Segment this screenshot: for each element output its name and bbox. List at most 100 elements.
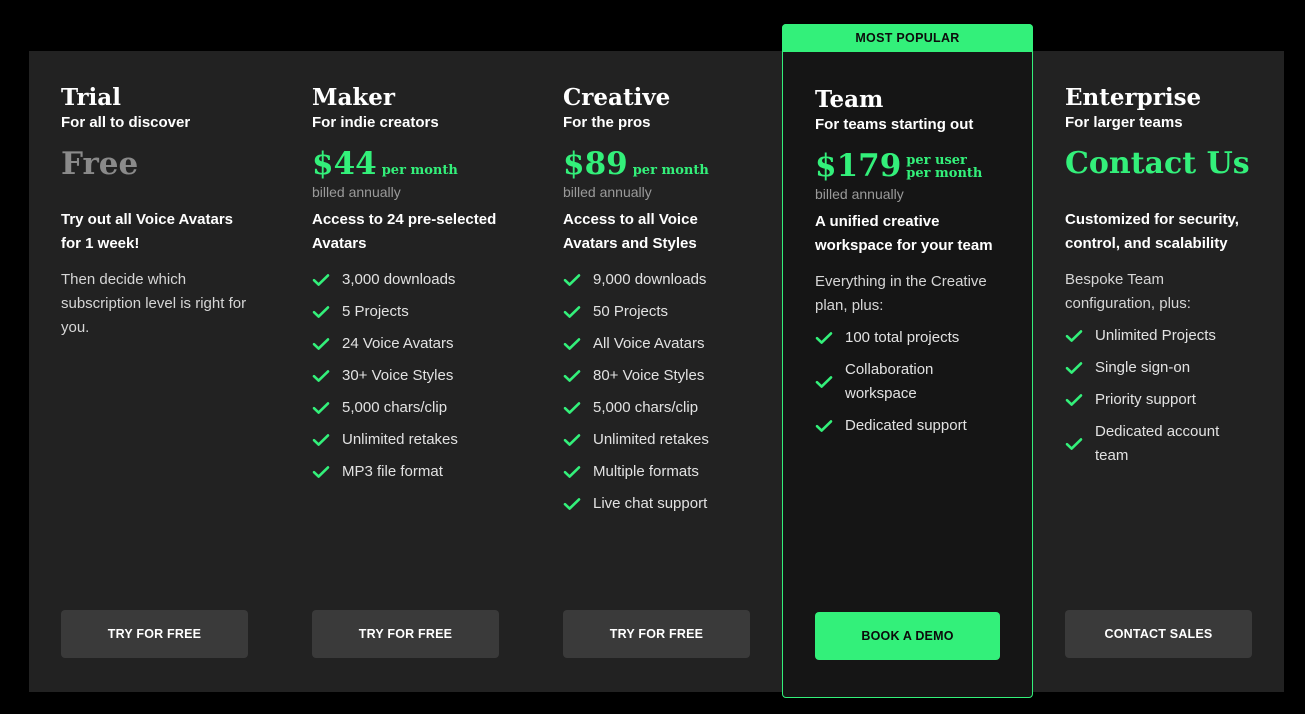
- plan-name: Team: [815, 86, 884, 113]
- feature-item: 80+ Voice Styles: [563, 360, 750, 392]
- feature-item: MP3 file format: [312, 456, 499, 488]
- plan-tagline: For indie creators: [312, 114, 439, 131]
- price-period: per user per month: [906, 154, 982, 180]
- feature-item: Dedicated account team: [1065, 416, 1252, 472]
- check-icon: [815, 375, 833, 389]
- feature-item: Unlimited retakes: [563, 424, 750, 456]
- price-block: Free: [61, 146, 248, 208]
- feature-item: 9,000 downloads: [563, 264, 750, 296]
- feature-label: 50 Projects: [593, 303, 669, 320]
- book-a-demo-button[interactable]: BOOK A DEMO: [815, 612, 1000, 660]
- price-period-month: per month: [906, 166, 983, 181]
- plan-tagline: For all to discover: [61, 114, 191, 131]
- check-icon: [563, 465, 581, 479]
- feature-item: 30+ Voice Styles: [312, 360, 499, 392]
- feature-list: 3,000 downloads 5 Projects 24 Voice Avatar…: [312, 264, 499, 488]
- feature-label: Multiple formats: [593, 463, 699, 480]
- check-icon: [312, 369, 330, 383]
- feature-label: 5,000 chars/clip: [342, 399, 448, 416]
- check-icon: [312, 273, 330, 287]
- price-period: per month: [381, 163, 458, 178]
- plan-headline: A unified creative workspace for your te…: [815, 213, 993, 254]
- plan-team: MOST POPULAR Team For teams starting out…: [782, 24, 1033, 698]
- plan-price: Free: [61, 146, 139, 182]
- feature-item: Dedicated support: [815, 410, 1000, 442]
- price-period: per month: [632, 163, 709, 178]
- price-block: Contact Us: [1065, 146, 1252, 208]
- plan-trial: Trial For all to discover Free Try out a…: [29, 51, 280, 692]
- feature-label: 9,000 downloads: [593, 271, 707, 288]
- feature-label: Single sign-on: [1095, 359, 1191, 376]
- feature-item: 5,000 chars/clip: [563, 392, 750, 424]
- check-icon: [563, 337, 581, 351]
- plan-headline: Try out all Voice Avatars for 1 week!: [61, 211, 234, 252]
- plan-description: Bespoke Team configuration, plus:: [1065, 271, 1191, 312]
- plan-price: $89: [563, 146, 628, 182]
- check-icon: [815, 331, 833, 345]
- check-icon: [312, 433, 330, 447]
- price-block: $44 per month billed annually: [312, 146, 499, 208]
- check-icon: [563, 305, 581, 319]
- check-icon: [563, 433, 581, 447]
- feature-item: 5,000 chars/clip: [312, 392, 499, 424]
- check-icon: [1065, 393, 1083, 407]
- billing-note: billed annually: [815, 186, 904, 202]
- plan-name: Maker: [312, 84, 396, 111]
- try-for-free-button[interactable]: TRY FOR FREE: [312, 610, 499, 658]
- feature-item: Collaboration workspace: [815, 354, 1000, 410]
- feature-label: MP3 file format: [342, 463, 443, 480]
- plan-description: Everything in the Creative plan, plus:: [815, 273, 987, 314]
- try-for-free-button[interactable]: TRY FOR FREE: [61, 610, 248, 658]
- plan-maker: Maker For indie creators $44 per month b…: [280, 51, 531, 692]
- feature-label: 100 total projects: [845, 329, 960, 346]
- check-icon: [563, 273, 581, 287]
- feature-label: Live chat support: [593, 495, 708, 512]
- feature-item: 3,000 downloads: [312, 264, 499, 296]
- plan-price: $179: [815, 148, 902, 184]
- plan-name: Creative: [563, 84, 671, 111]
- feature-label: 80+ Voice Styles: [593, 367, 705, 384]
- check-icon: [1065, 437, 1083, 451]
- billing-note: billed annually: [312, 184, 401, 200]
- plan-name: Enterprise: [1065, 84, 1202, 111]
- plan-name: Trial: [61, 84, 121, 111]
- plan-tagline: For teams starting out: [815, 116, 974, 133]
- feature-list: Unlimited Projects Single sign-on Priority…: [1065, 320, 1252, 472]
- check-icon: [312, 305, 330, 319]
- check-icon: [312, 337, 330, 351]
- feature-label: Priority support: [1095, 391, 1196, 408]
- feature-item: Multiple formats: [563, 456, 750, 488]
- feature-list: 100 total projects Collaboration workspac…: [815, 322, 1000, 442]
- feature-item: Unlimited retakes: [312, 424, 499, 456]
- feature-label: 24 Voice Avatars: [342, 335, 454, 352]
- try-for-free-button[interactable]: TRY FOR FREE: [563, 610, 750, 658]
- contact-sales-button[interactable]: CONTACT SALES: [1065, 610, 1252, 658]
- check-icon: [563, 497, 581, 511]
- feature-label: 3,000 downloads: [342, 271, 456, 288]
- feature-label: 5 Projects: [342, 303, 409, 320]
- most-popular-badge: MOST POPULAR: [782, 24, 1033, 52]
- check-icon: [563, 369, 581, 383]
- feature-list: 9,000 downloads 50 Projects All Voice Avat…: [563, 264, 750, 520]
- billing-note: billed annually: [563, 184, 652, 200]
- feature-label: Unlimited Projects: [1095, 327, 1216, 344]
- check-icon: [1065, 329, 1083, 343]
- feature-item: 50 Projects: [563, 296, 750, 328]
- plan-tagline: For larger teams: [1065, 114, 1183, 131]
- feature-label: 30+ Voice Styles: [342, 367, 454, 384]
- check-icon: [312, 465, 330, 479]
- feature-item: Live chat support: [563, 488, 750, 520]
- feature-item: 24 Voice Avatars: [312, 328, 499, 360]
- price-block: $89 per month billed annually: [563, 146, 750, 208]
- plan-headline: Access to all Voice Avatars and Styles: [563, 211, 698, 252]
- plan-headline: Access to 24 pre-selected Avatars: [312, 211, 497, 252]
- feature-item: 5 Projects: [312, 296, 499, 328]
- feature-label: Collaboration workspace: [845, 361, 934, 402]
- feature-item: 100 total projects: [815, 322, 1000, 354]
- feature-label: Unlimited retakes: [593, 431, 709, 448]
- plan-price: $44: [312, 146, 377, 182]
- feature-item: Single sign-on: [1065, 352, 1252, 384]
- price-block: $179 per user per month billed annually: [815, 148, 1000, 210]
- plan-description: Then decide which subscription level is …: [61, 271, 247, 336]
- feature-label: Dedicated account team: [1095, 423, 1220, 464]
